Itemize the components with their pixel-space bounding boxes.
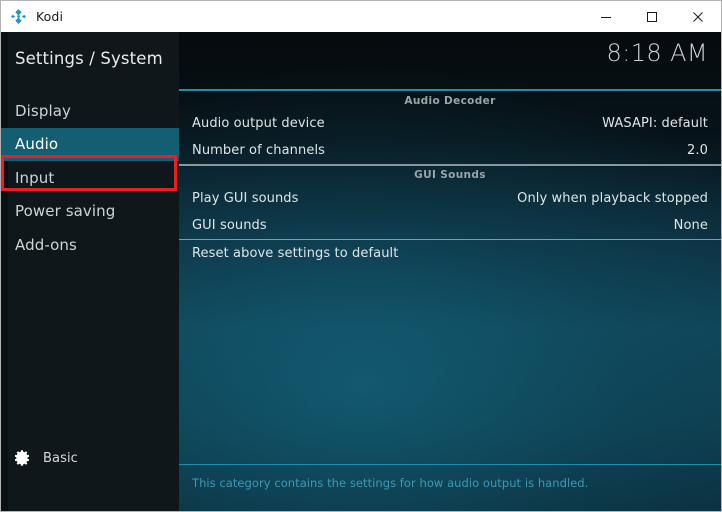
maximize-icon (647, 11, 657, 22)
kodi-application-window: Kodi Settings / System Display Audio Inp… (0, 0, 722, 512)
settings-level-label: Basic (43, 450, 78, 466)
settings-content-panel: 8:18 AM Audio Decoder Audio output devic… (179, 32, 721, 511)
setting-row-number-of-channels[interactable]: Number of channels 2.0 (179, 137, 721, 164)
sidebar-item-display[interactable]: Display (1, 94, 179, 128)
content-header: 8:18 AM (179, 32, 721, 89)
section-divider (179, 164, 721, 166)
titlebar-left-group: Kodi (1, 8, 583, 25)
window-titlebar: Kodi (1, 1, 721, 32)
setting-label: Number of channels (192, 143, 326, 158)
sidebar-item-label: Audio (15, 135, 59, 154)
gear-icon (15, 450, 30, 466)
setting-row-reset-to-default[interactable]: Reset above settings to default (179, 240, 721, 267)
section-header-label: GUI Sounds (414, 169, 486, 181)
clock: 8:18 AM (606, 39, 708, 67)
settings-list: Audio Decoder Audio output device WASAPI… (179, 91, 721, 267)
sidebar-item-input[interactable]: Input (1, 161, 179, 195)
window-maximize-button[interactable] (629, 1, 675, 32)
setting-value: None (673, 217, 708, 233)
setting-value: WASAPI: default (602, 116, 708, 131)
close-icon (693, 11, 703, 22)
section-divider (179, 238, 721, 240)
breadcrumb: Settings / System (15, 48, 163, 68)
section-header-gui-sounds: GUI Sounds (179, 166, 721, 185)
setting-label: Play GUI sounds (192, 190, 299, 206)
setting-row-play-gui-sounds[interactable]: Play GUI sounds Only when playback stopp… (179, 185, 721, 212)
sidebar-menu: Display Audio Input Power saving Add-ons (1, 94, 179, 262)
sidebar-item-add-ons[interactable]: Add-ons (1, 228, 179, 262)
window-title: Kodi (36, 9, 64, 24)
help-divider (179, 464, 721, 465)
sidebar-item-audio[interactable]: Audio (1, 127, 179, 161)
setting-value: Only when playback stopped (517, 190, 708, 206)
sidebar-item-label: Input (15, 168, 55, 187)
settings-sidebar: Settings / System Display Audio Input Po… (1, 32, 179, 511)
setting-value: 2.0 (687, 143, 708, 158)
sidebar-item-label: Power saving (15, 202, 116, 221)
sidebar-header: Settings / System (1, 32, 179, 84)
kodi-ui-surface: Settings / System Display Audio Input Po… (1, 32, 721, 511)
setting-row-audio-output-device[interactable]: Audio output device WASAPI: default (179, 110, 721, 137)
help-text: This category contains the settings for … (192, 476, 589, 490)
sidebar-item-label: Add-ons (15, 235, 77, 254)
sidebar-item-label: Display (15, 101, 71, 120)
settings-level-button[interactable]: Basic (1, 440, 179, 476)
sidebar-item-power-saving[interactable]: Power saving (1, 195, 179, 229)
setting-label: Audio output device (192, 116, 325, 131)
section-header-label: Audio Decoder (404, 94, 496, 107)
setting-row-gui-sounds[interactable]: GUI sounds None (179, 212, 721, 239)
kodi-logo-icon (11, 9, 26, 24)
help-bar: This category contains the settings for … (179, 464, 721, 511)
minimize-icon (601, 16, 611, 18)
setting-label: GUI sounds (192, 217, 267, 233)
setting-label: Reset above settings to default (192, 246, 399, 261)
section-header-audio-decoder: Audio Decoder (179, 91, 721, 110)
window-minimize-button[interactable] (583, 1, 629, 32)
window-close-button[interactable] (675, 1, 721, 32)
